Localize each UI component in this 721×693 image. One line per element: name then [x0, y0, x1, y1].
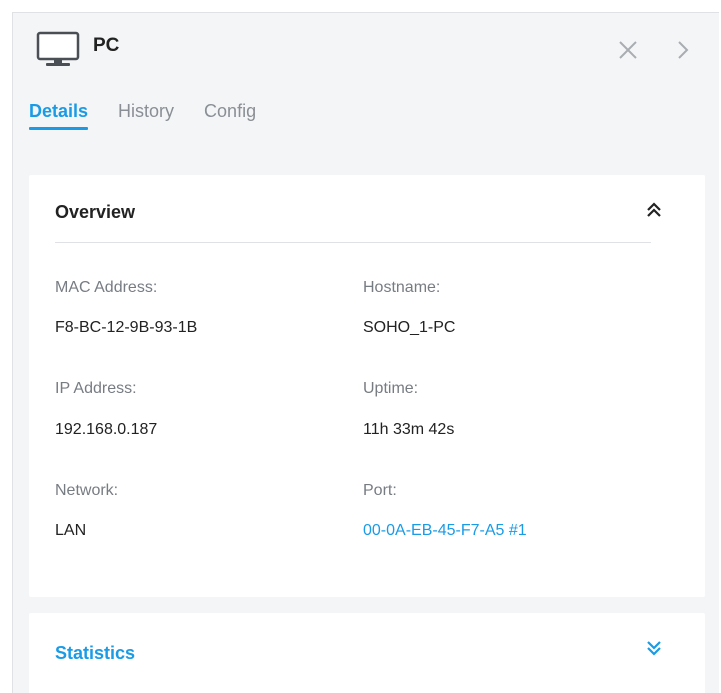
- ip-address-label: IP Address:: [55, 380, 137, 397]
- overview-card: Overview MAC Address: F8-BC-12-9B-93-1B …: [29, 175, 705, 597]
- tab-history[interactable]: History: [118, 101, 174, 130]
- client-detail-panel: PC Details History Config Overview MAC A…: [12, 12, 719, 693]
- uptime-value: 11h 33m 42s: [363, 421, 455, 438]
- chevron-right-icon[interactable]: [675, 38, 691, 62]
- mac-address-value: F8-BC-12-9B-93-1B: [55, 319, 198, 336]
- port-link[interactable]: 00-0A-EB-45-F7-A5 #1: [363, 522, 527, 540]
- tab-details[interactable]: Details: [29, 101, 89, 130]
- statistics-title[interactable]: Statistics: [55, 643, 135, 664]
- network-label: Network:: [55, 482, 119, 499]
- port-label: Port:: [363, 482, 397, 499]
- tab-bar: Details History Config: [29, 101, 286, 130]
- overview-divider: [55, 242, 651, 243]
- hostname-value: SOHO_1-PC: [363, 319, 456, 336]
- panel-header: PC: [13, 13, 719, 93]
- hostname-label: Hostname:: [363, 279, 441, 296]
- network-value: LAN: [55, 522, 87, 539]
- close-icon[interactable]: [617, 39, 639, 61]
- double-chevron-down-icon[interactable]: [645, 639, 663, 657]
- statistics-card: Statistics: [29, 613, 705, 693]
- monitor-icon: [36, 31, 80, 66]
- ip-address-value: 192.168.0.187: [55, 421, 158, 438]
- tab-config[interactable]: Config: [204, 101, 256, 130]
- mac-address-label: MAC Address:: [55, 279, 158, 296]
- overview-title: Overview: [55, 202, 136, 222]
- double-chevron-up-icon[interactable]: [645, 201, 663, 219]
- uptime-label: Uptime:: [363, 380, 419, 397]
- page-title: PC: [93, 35, 120, 56]
